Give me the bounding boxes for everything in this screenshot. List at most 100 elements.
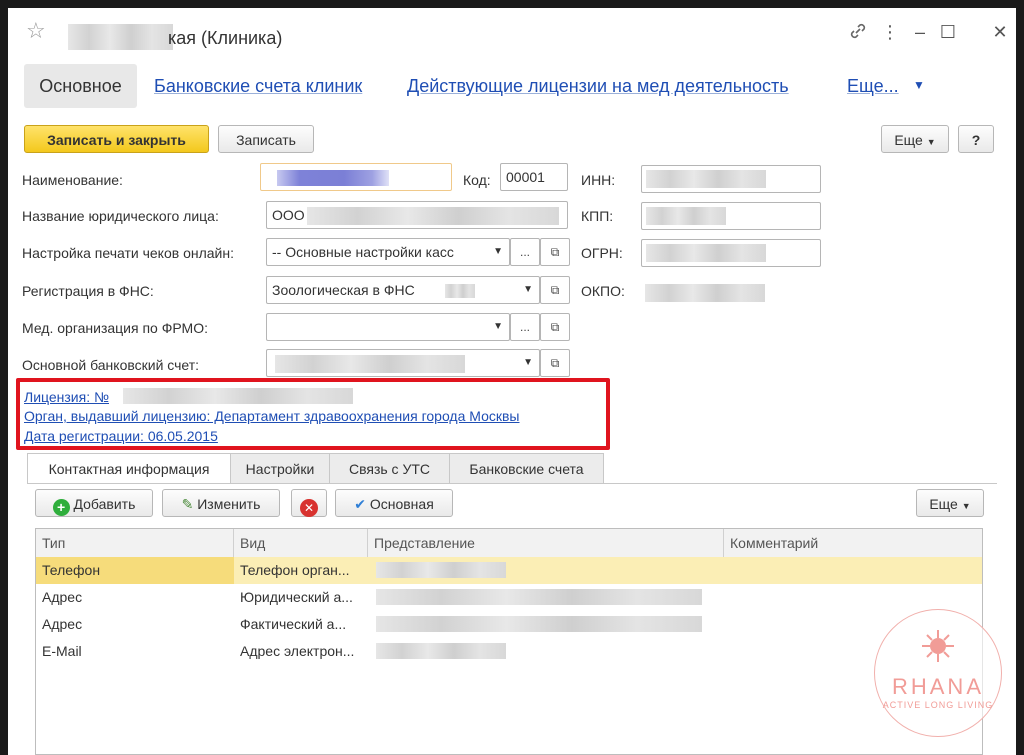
blurred-license-number xyxy=(123,388,353,404)
link-icon[interactable] xyxy=(846,20,870,44)
chevron-down-icon: ▼ xyxy=(493,246,503,257)
table-row[interactable]: Телефон Телефон орган... xyxy=(36,557,982,584)
blurred-kpp xyxy=(646,207,726,225)
more-label: Еще xyxy=(894,132,923,148)
inn-label: ИНН: xyxy=(581,172,616,188)
print-settings-value: -- Основные настройки касс xyxy=(272,244,454,260)
contacts-table: Тип Вид Представление Комментарий Телефо… xyxy=(35,528,983,755)
nav-link-licenses[interactable]: Действующие лицензии на мед деятельность xyxy=(407,76,789,97)
add-button[interactable]: + Добавить xyxy=(35,489,153,517)
column-header-comment[interactable]: Комментарий xyxy=(724,529,982,557)
contact-more-button[interactable]: Еще ▼ xyxy=(916,489,984,517)
blurred-fns xyxy=(445,284,475,298)
kpp-label: КПП: xyxy=(581,208,614,224)
code-value: 00001 xyxy=(506,169,545,185)
code-label: Код: xyxy=(463,172,491,188)
table-row[interactable]: E-Mail Адрес электрон... xyxy=(36,638,982,665)
nav-tab-main[interactable]: Основное xyxy=(24,64,137,108)
cell-kind: Адрес электрон... xyxy=(240,643,355,659)
ogrn-label: ОГРН: xyxy=(581,245,623,261)
close-icon[interactable]: ✕ xyxy=(988,20,1012,44)
pencil-icon: ✎ xyxy=(181,496,194,512)
blurred-okpo xyxy=(645,284,765,302)
window-title: кая (Клиника) xyxy=(168,28,283,48)
print-settings-select[interactable]: -- Основные настройки касс ▼ xyxy=(266,238,510,266)
table-row[interactable]: Адрес Юридический а... xyxy=(36,584,982,611)
frmo-pick-button[interactable]: ... xyxy=(510,313,540,341)
column-header-kind[interactable]: Вид xyxy=(234,529,368,557)
plus-icon: + xyxy=(52,499,70,516)
blurred-presentation xyxy=(376,616,702,632)
delete-button[interactable]: ✕ xyxy=(291,489,327,517)
rhana-watermark: RHANA ACTIVE LONG LIVING xyxy=(874,609,1002,737)
contact-more-label: Еще xyxy=(929,496,958,512)
table-row[interactable]: Адрес Фактический а... xyxy=(36,611,982,638)
blurred-legal-name xyxy=(307,207,559,225)
kpp-input[interactable] xyxy=(641,202,821,230)
name-label: Наименование: xyxy=(22,172,123,188)
open-icon[interactable]: ⧉ xyxy=(540,276,570,304)
help-button[interactable]: ? xyxy=(958,125,994,153)
chevron-down-icon[interactable]: ▼ xyxy=(913,78,925,92)
set-main-label: Основная xyxy=(369,496,434,512)
watermark-brand: RHANA xyxy=(891,674,984,699)
virus-logo-icon xyxy=(922,630,954,662)
chevron-down-icon: ▼ xyxy=(523,357,533,368)
more-button[interactable]: Еще ▼ xyxy=(881,125,949,153)
open-icon[interactable]: ⧉ xyxy=(540,313,570,341)
tab-contact-info[interactable]: Контактная информация xyxy=(27,453,231,484)
blurred-ogrn xyxy=(646,244,766,262)
code-input[interactable]: 00001 xyxy=(500,163,568,191)
legal-name-input[interactable]: ООО xyxy=(266,201,568,229)
print-settings-pick-button[interactable]: ... xyxy=(510,238,540,266)
delete-icon: ✕ xyxy=(300,499,318,517)
tab-settings[interactable]: Настройки xyxy=(230,453,330,484)
star-icon[interactable]: ☆ xyxy=(26,18,46,44)
fns-value: Зоологическая в ФНС xyxy=(272,282,415,298)
table-header: Тип Вид Представление Комментарий xyxy=(36,529,982,558)
license-number-link[interactable]: Лицензия: № xyxy=(24,389,109,405)
maximize-icon[interactable]: ☐ xyxy=(936,20,960,44)
edit-button[interactable]: ✎ Изменить xyxy=(162,489,280,517)
print-settings-label: Настройка печати чеков онлайн: xyxy=(22,245,234,261)
cell-kind: Фактический а... xyxy=(240,616,347,632)
tab-bank-accounts[interactable]: Банковские счета xyxy=(449,453,604,484)
cell-type: Адрес xyxy=(42,589,83,605)
save-button[interactable]: Записать xyxy=(218,125,314,153)
ogrn-input[interactable] xyxy=(641,239,821,267)
chevron-down-icon: ▼ xyxy=(961,501,971,511)
chevron-down-icon: ▼ xyxy=(523,284,533,295)
legal-name-label: Название юридического лица: xyxy=(22,208,219,224)
cell-kind: Юридический а... xyxy=(240,589,353,605)
name-input[interactable] xyxy=(260,163,452,191)
check-icon: ✔ xyxy=(354,496,366,512)
watermark-tagline: ACTIVE LONG LIVING xyxy=(882,700,994,710)
tab-divider xyxy=(27,483,997,484)
open-icon[interactable]: ⧉ xyxy=(540,238,570,266)
license-authority-link[interactable]: Орган, выдавший лицензию: Департамент зд… xyxy=(24,408,520,424)
more-icon[interactable]: ⋮ xyxy=(878,20,902,44)
tab-uts-link[interactable]: Связь с УТС xyxy=(329,453,450,484)
open-icon[interactable]: ⧉ xyxy=(540,349,570,377)
nav-link-more[interactable]: Еще... xyxy=(847,76,899,97)
set-main-button[interactable]: ✔ Основная xyxy=(335,489,453,517)
minimize-icon[interactable]: – xyxy=(908,20,932,44)
bank-account-select[interactable]: ▼ xyxy=(266,349,540,377)
blurred-presentation xyxy=(376,643,506,659)
blurred-presentation xyxy=(376,589,702,605)
inn-input[interactable] xyxy=(641,165,821,193)
save-close-button[interactable]: Записать и закрыть xyxy=(24,125,209,153)
fns-label: Регистрация в ФНС: xyxy=(22,283,154,299)
column-header-presentation[interactable]: Представление xyxy=(368,529,724,557)
cell-type: Адрес xyxy=(42,616,83,632)
license-date-link[interactable]: Дата регистрации: 06.05.2015 xyxy=(24,428,218,444)
blurred-presentation xyxy=(376,562,506,578)
frmo-select[interactable]: ▼ xyxy=(266,313,510,341)
fns-select[interactable]: Зоологическая в ФНС ▼ xyxy=(266,276,540,304)
chevron-down-icon: ▼ xyxy=(493,321,503,332)
blurred-title-part xyxy=(68,24,173,50)
nav-link-bank-accounts[interactable]: Банковские счета клиник xyxy=(154,76,362,97)
cell-kind: Телефон орган... xyxy=(240,562,350,578)
clinic-form-window: ☆ кая (Клиника) ⋮ – ☐ ✕ Основное Банковс… xyxy=(8,8,1016,755)
column-header-type[interactable]: Тип xyxy=(36,529,234,557)
